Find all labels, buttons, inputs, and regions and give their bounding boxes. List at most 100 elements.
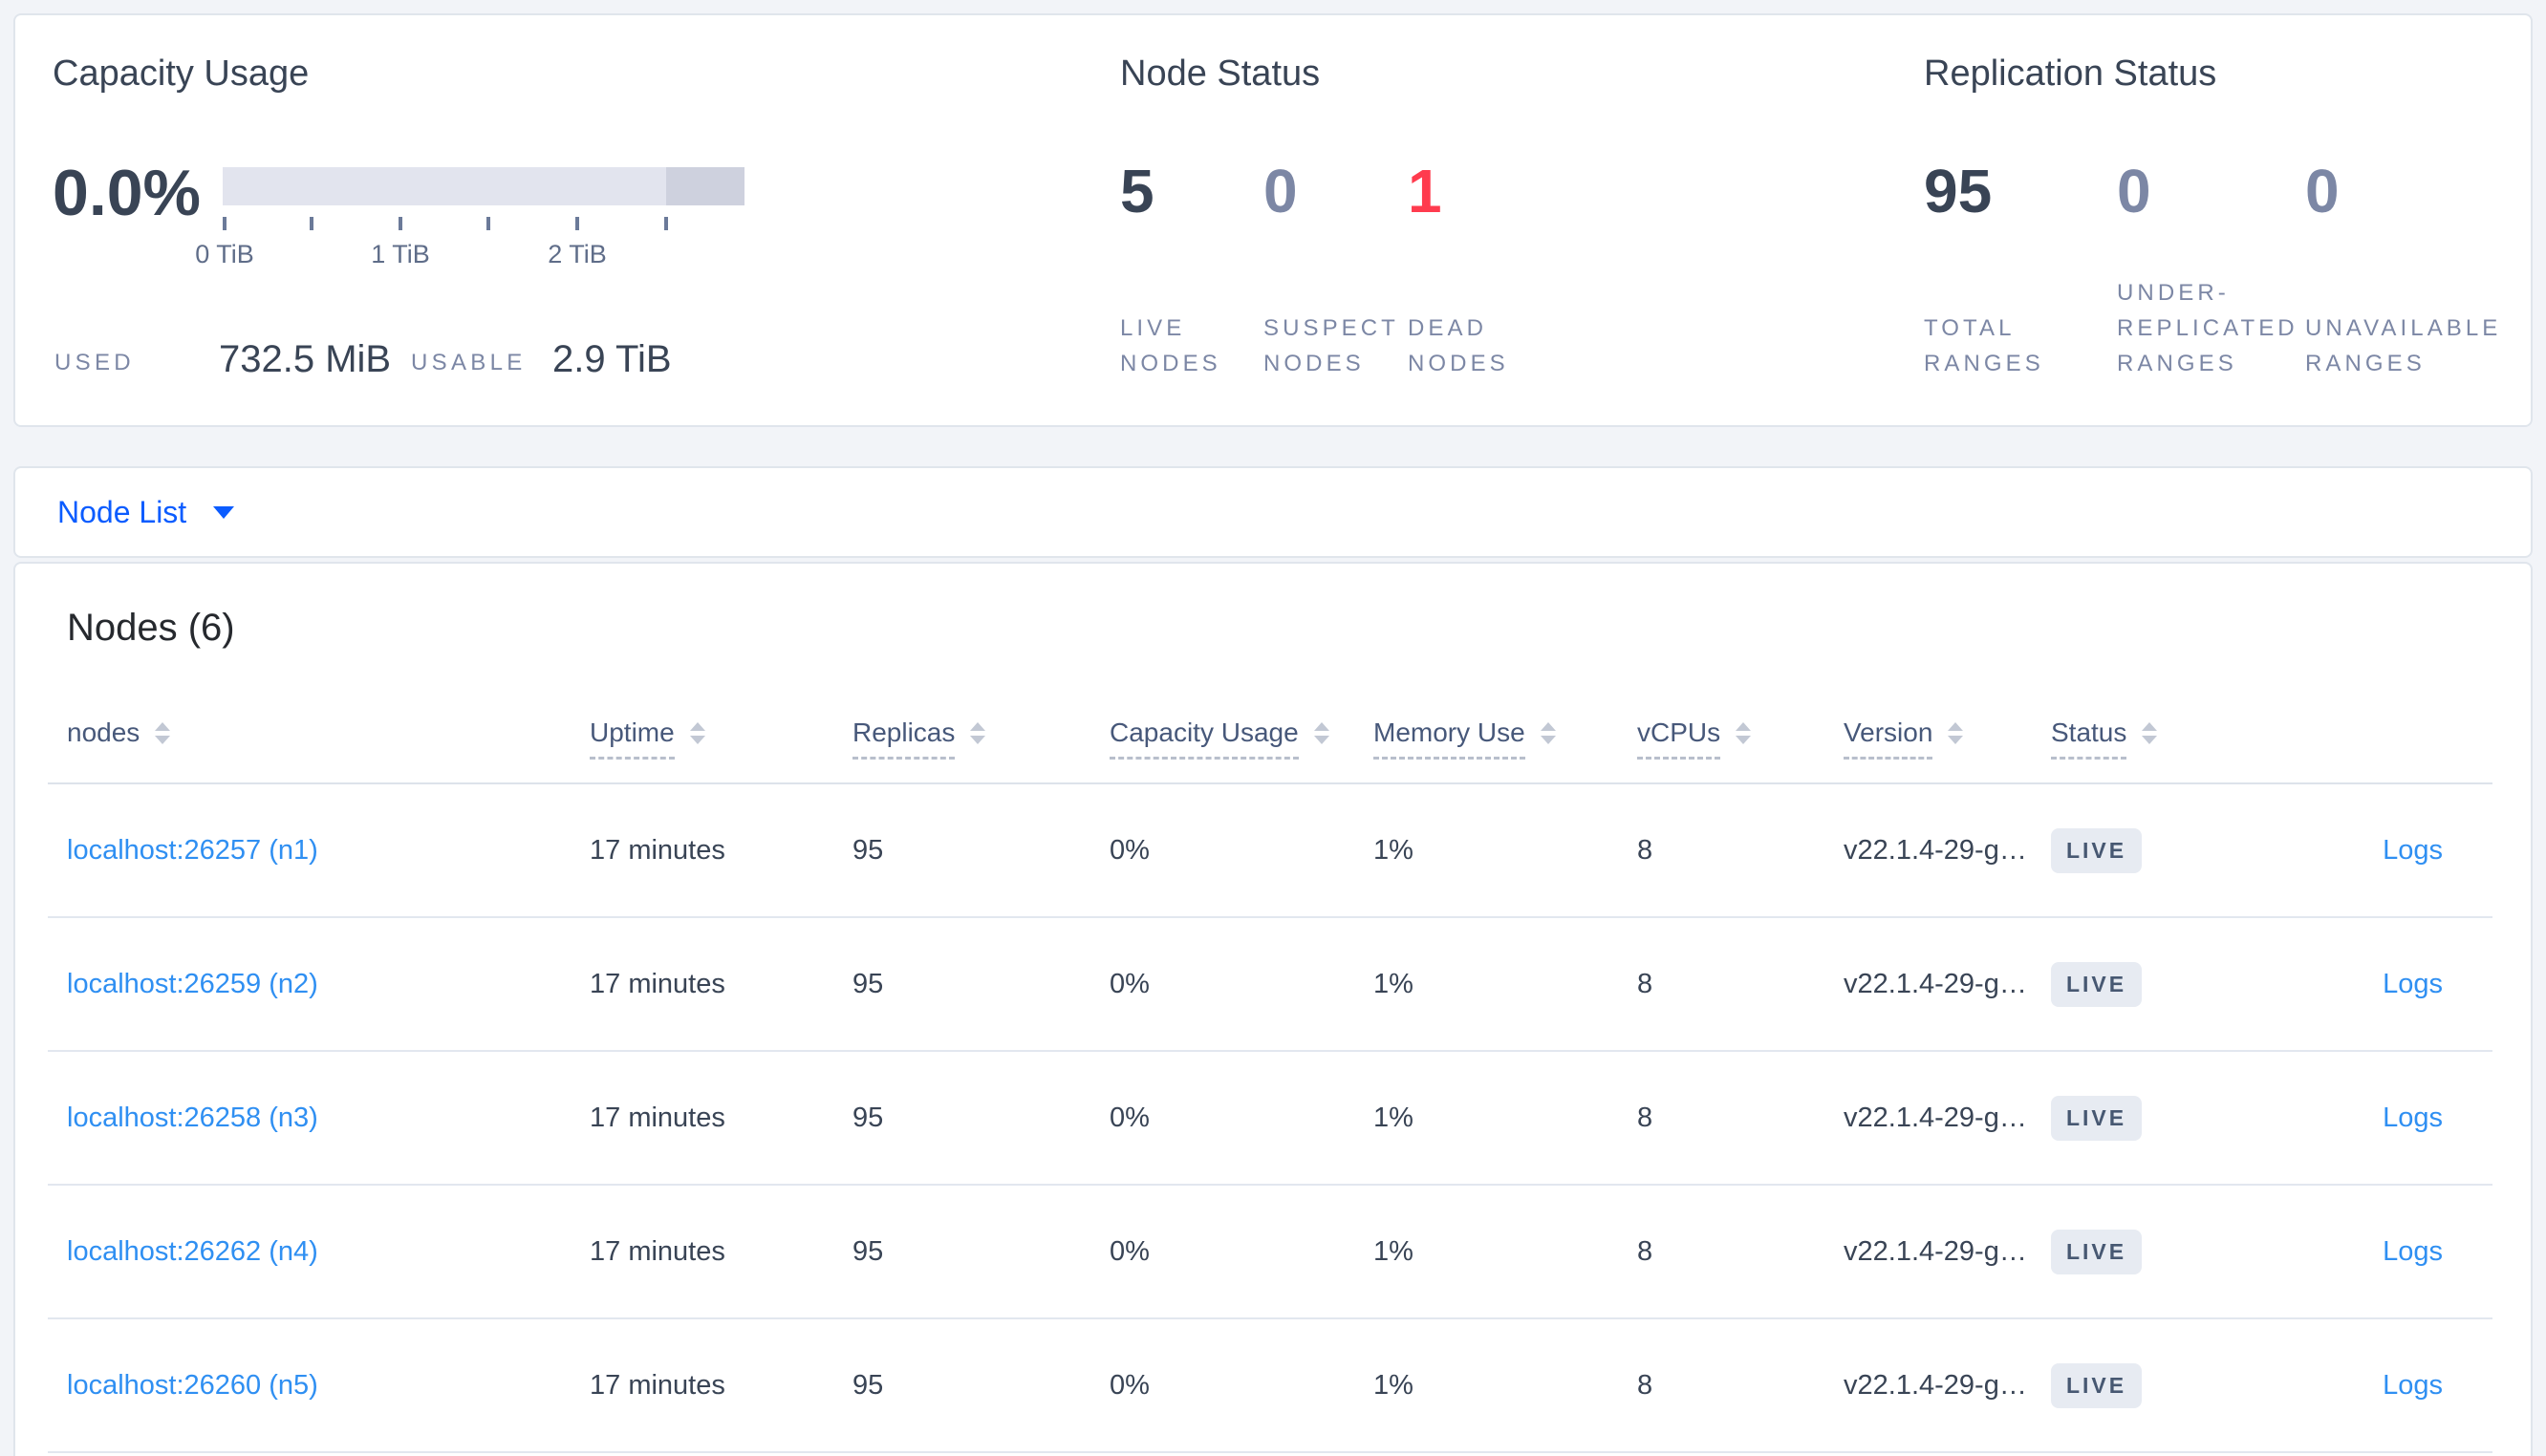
replication-status-title: Replication Status <box>1924 54 2217 94</box>
view-selector-bar: Node List <box>13 466 2533 558</box>
stat-label: DEAD NODES <box>1408 315 1509 376</box>
logs-link[interactable]: Logs <box>2383 835 2443 866</box>
stat-value: 5 <box>1120 157 1154 225</box>
column-header[interactable]: vCPUs <box>1637 717 1844 760</box>
logs-cell: Logs <box>2264 1103 2496 1134</box>
node-link[interactable]: localhost:26259 (n2) <box>67 969 318 999</box>
axis-tick <box>575 217 579 230</box>
node-link[interactable]: localhost:26258 (n3) <box>67 1103 318 1133</box>
status-cell: LIVE <box>2051 1362 2264 1408</box>
replicas-cell: 95 <box>852 834 884 866</box>
vcpus-cell: 8 <box>1637 1235 1653 1267</box>
axis-tick-label: 0 TiB <box>195 240 254 268</box>
stat-value: 1 <box>1408 157 1442 225</box>
replication-status-panel: Replication Status 95 TOTAL RANGES 0 UND… <box>1924 15 2516 425</box>
replication-stat: 0 UNAVAILABLE RANGES <box>2305 155 2516 381</box>
sort-icon <box>1540 722 1556 744</box>
node-link[interactable]: localhost:26262 (n4) <box>67 1236 318 1267</box>
nodes-section-title: Nodes (6) <box>67 607 235 649</box>
column-header[interactable]: Memory Use <box>1373 717 1637 760</box>
node-cell: localhost:26262 (n4) <box>48 1236 590 1268</box>
usable-value: 2.9 TiB <box>552 338 672 380</box>
stat-value: 95 <box>1924 157 1993 225</box>
capacity-usage-cell: 0% <box>1110 968 1150 999</box>
version-cell: v22.1.4-29-g… <box>1844 1235 2027 1267</box>
uptime-cell: 17 minutes <box>590 1102 725 1133</box>
sort-icon <box>689 722 705 744</box>
sort-icon <box>2142 722 2158 744</box>
axis-tick <box>664 217 668 230</box>
stat-value: 0 <box>2305 157 2340 225</box>
column-header-label: vCPUs <box>1637 717 1721 760</box>
column-header[interactable]: Uptime <box>590 717 852 760</box>
uptime-cell: 17 minutes <box>590 1369 725 1401</box>
status-badge: LIVE <box>2051 827 2143 873</box>
status-cell: LIVE <box>2051 961 2264 1007</box>
column-header-label: Capacity Usage <box>1110 717 1299 760</box>
replicas-cell: 95 <box>852 1235 884 1267</box>
logs-link[interactable]: Logs <box>2383 1103 2443 1133</box>
version-cell: v22.1.4-29-g… <box>1844 968 2027 999</box>
logs-link[interactable]: Logs <box>2383 1370 2443 1401</box>
column-header-label: Replicas <box>852 717 956 760</box>
stat-value: 0 <box>1263 157 1298 225</box>
capacity-usage-cell: 0% <box>1110 1102 1150 1133</box>
status-badge: LIVE <box>2051 961 2143 1007</box>
replication-status-stats: 95 TOTAL RANGES 0 UNDER- REPLICATED RANG… <box>1924 155 2516 381</box>
capacity-usage-panel: Capacity Usage 0.0% 0 TiB 1 TiB 2 TiB US… <box>53 15 1104 425</box>
view-selector[interactable]: Node List <box>57 495 186 530</box>
replicas-cell: 95 <box>852 1369 884 1401</box>
uptime-cell: 17 minutes <box>590 1235 725 1267</box>
used-value: 732.5 MiB <box>219 338 392 380</box>
capacity-bar-track <box>223 167 744 205</box>
capacity-usage-cell: 0% <box>1110 834 1150 866</box>
column-header-label: nodes <box>67 717 140 747</box>
replicas-cell: 95 <box>852 1102 884 1133</box>
stat-value: 0 <box>2117 157 2151 225</box>
status-cell: LIVE <box>2051 827 2264 873</box>
replicas-cell: 95 <box>852 968 884 999</box>
column-header[interactable]: Version <box>1844 717 2051 760</box>
table-row: localhost:26262 (n4) 17 minutes 95 0% 1%… <box>48 1186 2492 1319</box>
logs-cell: Logs <box>2264 835 2496 867</box>
table-header-row: nodes Uptime Replicas Capacity Usage Mem… <box>48 717 2492 784</box>
logs-cell: Logs <box>2264 1236 2496 1268</box>
sort-icon <box>1736 722 1752 744</box>
node-link[interactable]: localhost:26260 (n5) <box>67 1370 318 1401</box>
memory-use-cell: 1% <box>1373 1235 1413 1267</box>
node-cell: localhost:26258 (n3) <box>48 1103 590 1134</box>
stat-label: SUSPECT NODES <box>1263 315 1399 376</box>
replication-stat: 0 UNDER- REPLICATED RANGES <box>2117 155 2305 381</box>
axis-tick <box>223 217 227 230</box>
capacity-usage-cell: 0% <box>1110 1369 1150 1401</box>
node-status-title: Node Status <box>1120 54 1321 94</box>
status-badge: LIVE <box>2051 1362 2143 1408</box>
logs-cell: Logs <box>2264 1370 2496 1402</box>
column-header[interactable]: Replicas <box>852 717 1110 760</box>
node-link[interactable]: localhost:26257 (n1) <box>67 835 318 866</box>
capacity-axis-labels: 0 TiB 1 TiB 2 TiB <box>195 240 744 272</box>
memory-use-cell: 1% <box>1373 968 1413 999</box>
logs-link[interactable]: Logs <box>2383 1236 2443 1267</box>
logs-link[interactable]: Logs <box>2383 969 2443 999</box>
replication-stat: 95 TOTAL RANGES <box>1924 155 2117 381</box>
column-header[interactable]: nodes <box>48 717 590 757</box>
node-status-stat: 5 LIVE NODES <box>1120 155 1263 381</box>
table-row: localhost:26258 (n3) 17 minutes 95 0% 1%… <box>48 1052 2492 1186</box>
column-header[interactable]: Status <box>2051 717 2264 760</box>
status-badge: LIVE <box>2051 1095 2143 1141</box>
chevron-down-icon <box>213 505 235 519</box>
vcpus-cell: 8 <box>1637 1102 1653 1133</box>
column-header-label: Memory Use <box>1373 717 1525 760</box>
table-body: localhost:26257 (n1) 17 minutes 95 0% 1%… <box>48 784 2492 1453</box>
column-header[interactable]: Capacity Usage <box>1110 717 1373 760</box>
node-status-stat: 1 DEAD NODES <box>1408 155 1580 381</box>
axis-tick <box>486 217 490 230</box>
axis-tick-label: 1 TiB <box>371 240 430 268</box>
capacity-used-row: USED 732.5 MiB USABLE 2.9 TiB <box>54 334 781 392</box>
vcpus-cell: 8 <box>1637 968 1653 999</box>
sort-icon <box>155 722 171 744</box>
sort-icon <box>970 722 986 744</box>
memory-use-cell: 1% <box>1373 1369 1413 1401</box>
sort-icon <box>1948 722 1964 744</box>
